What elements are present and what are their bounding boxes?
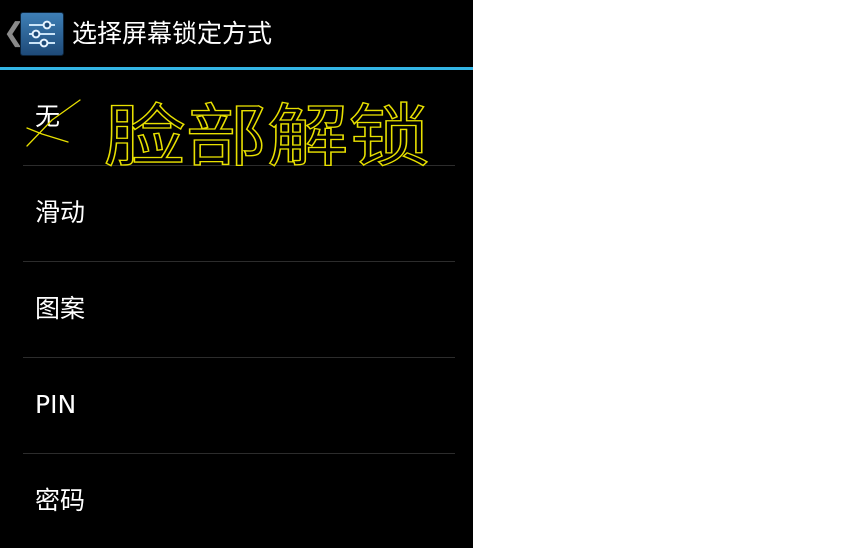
lock-option-label: 图案	[35, 294, 86, 323]
page-title: 选择屏幕锁定方式	[72, 19, 273, 48]
lock-option-label: 滑动	[35, 198, 86, 227]
action-bar: ❮ 选择屏幕锁定方式	[0, 0, 473, 68]
lock-option-pin[interactable]: PIN	[0, 358, 473, 454]
lock-option-none[interactable]: 无	[0, 70, 473, 166]
settings-sliders-icon[interactable]	[20, 12, 64, 56]
lock-option-label: PIN	[35, 390, 77, 419]
lock-option-list: 无 滑动 图案 PIN 密码	[0, 70, 473, 548]
lock-option-label: 无	[35, 102, 61, 131]
lock-screen-settings: ❮ 选择屏幕锁定方式 无 滑动 图案 PIN 密码 脸部解锁	[0, 0, 473, 548]
lock-option-label: 密码	[35, 486, 86, 515]
lock-option-password[interactable]: 密码	[0, 454, 473, 548]
lock-option-pattern[interactable]: 图案	[0, 262, 473, 358]
lock-option-slide[interactable]: 滑动	[0, 166, 473, 262]
